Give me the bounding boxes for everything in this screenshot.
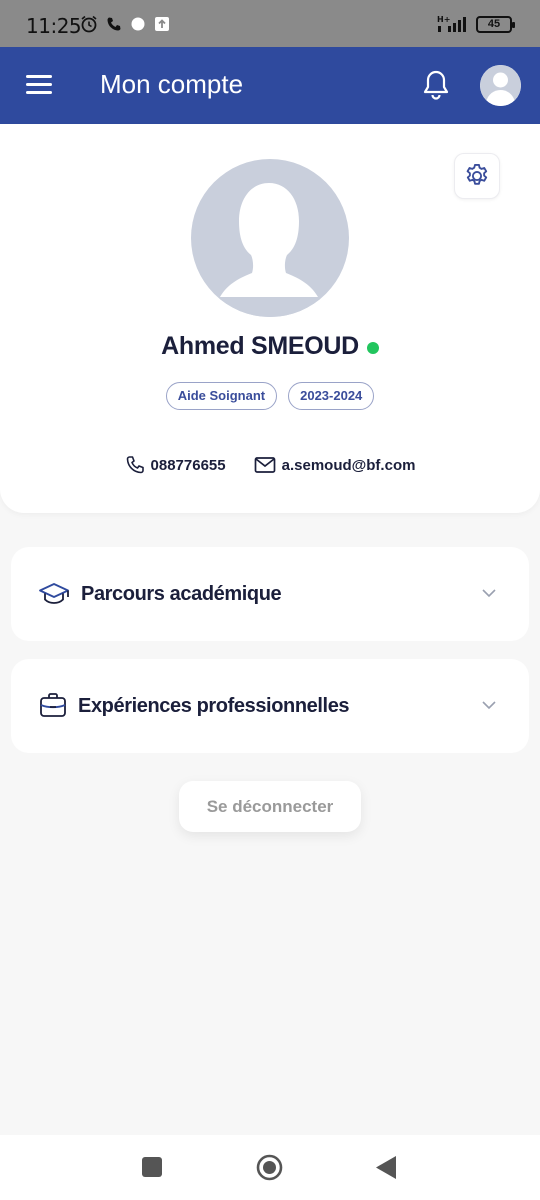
gear-icon xyxy=(466,163,488,185)
profile-card: Ahmed SMEOUD Aide Soignant 2023-2024 088… xyxy=(0,124,540,513)
upload-icon xyxy=(155,17,169,31)
svg-text:H+: H+ xyxy=(437,15,450,24)
alarm-icon xyxy=(81,15,97,33)
mail-icon xyxy=(254,457,275,473)
phone-icon xyxy=(126,456,144,474)
status-bar: 11:25 H+ 45 xyxy=(0,0,540,47)
notifications-button[interactable] xyxy=(421,69,451,101)
settings-button[interactable] xyxy=(454,153,500,199)
back-icon[interactable] xyxy=(376,1156,396,1179)
recent-apps-icon[interactable] xyxy=(142,1157,162,1177)
chevron-down-icon xyxy=(482,701,496,710)
name-row: Ahmed SMEOUD xyxy=(0,332,540,361)
menu-button[interactable] xyxy=(26,75,52,95)
profile-photo xyxy=(191,159,349,317)
year-badge: 2023-2024 xyxy=(288,382,375,410)
academic-path-label: Parcours académique xyxy=(81,583,282,605)
person-silhouette-icon xyxy=(191,183,349,317)
signal-icon: H+ xyxy=(437,15,466,32)
home-icon[interactable] xyxy=(256,1154,283,1181)
page-title: Mon compte xyxy=(100,69,244,99)
battery-icon: 45 xyxy=(476,15,515,33)
phone-call-icon xyxy=(107,17,121,31)
phone-number: 088776655 xyxy=(150,456,226,474)
briefcase-icon xyxy=(40,693,66,717)
header-avatar[interactable] xyxy=(480,65,521,106)
status-time: 11:25 xyxy=(26,14,82,38)
notification-dot-icon xyxy=(131,17,145,31)
user-name: Ahmed SMEOUD xyxy=(161,332,359,360)
menu-icon-line xyxy=(26,91,52,94)
academic-path-section[interactable]: Parcours académique xyxy=(11,547,529,641)
professional-experience-section[interactable]: Expériences professionnelles xyxy=(11,659,529,753)
status-icons-right: H+ 45 xyxy=(436,15,515,33)
bell-icon xyxy=(423,70,449,100)
graduation-cap-icon xyxy=(39,583,69,604)
menu-icon-line xyxy=(26,83,52,86)
chevron-down-icon xyxy=(482,589,496,598)
phone-contact[interactable]: 088776655 xyxy=(125,455,226,475)
professional-experience-label: Expériences professionnelles xyxy=(78,695,350,717)
role-badge: Aide Soignant xyxy=(165,382,278,410)
badge-list: Aide Soignant 2023-2024 xyxy=(0,382,540,410)
logout-button[interactable]: Se déconnecter xyxy=(179,781,361,832)
email-contact[interactable]: a.semoud@bf.com xyxy=(254,456,416,474)
online-status-dot xyxy=(366,341,379,354)
contact-info: 088776655 a.semoud@bf.com xyxy=(0,455,540,475)
email-address: a.semoud@bf.com xyxy=(281,456,416,474)
status-icons-left xyxy=(80,15,170,33)
menu-icon-line xyxy=(26,75,52,78)
system-nav-bar xyxy=(0,1135,540,1200)
user-avatar-icon xyxy=(480,65,521,106)
app-bar: Mon compte xyxy=(0,47,540,124)
